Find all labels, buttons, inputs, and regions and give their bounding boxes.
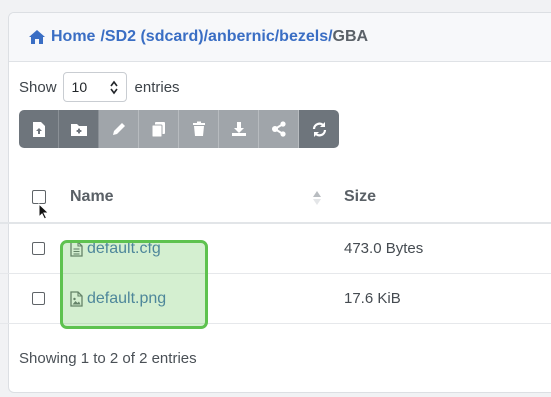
new-folder-button[interactable] — [59, 110, 99, 148]
refresh-button[interactable] — [299, 110, 339, 148]
text-file-icon — [70, 240, 83, 257]
breadcrumb-current: GBA — [332, 28, 369, 45]
breadcrumb: Home /SD2 (sdcard)/anbernic/bezels/ GBA — [9, 13, 551, 62]
file-toolbar — [19, 110, 339, 148]
upload-file-icon — [32, 121, 46, 138]
name-cell: default.cfg — [70, 224, 161, 273]
mouse-cursor-icon — [38, 202, 50, 225]
file-table: Name Size default.cfg 473.0 Bytes defaul… — [0, 172, 551, 324]
row-checkbox[interactable] — [32, 242, 45, 255]
download-button[interactable] — [219, 110, 259, 148]
size-cell: 17.6 KiB — [344, 290, 401, 307]
share-button[interactable] — [259, 110, 299, 148]
share-icon — [271, 121, 287, 137]
image-file-icon — [70, 290, 83, 307]
file-link[interactable]: default.cfg — [70, 240, 161, 258]
row-checkbox[interactable] — [32, 292, 45, 305]
copy-icon — [151, 121, 166, 138]
home-icon[interactable] — [28, 29, 46, 45]
refresh-icon — [311, 121, 328, 138]
entries-select[interactable]: 10 — [62, 72, 127, 102]
select-arrows-icon — [109, 80, 118, 95]
download-icon — [231, 121, 247, 137]
select-all-checkbox[interactable] — [32, 190, 46, 204]
new-folder-icon — [70, 122, 88, 137]
column-header-size[interactable]: Size — [344, 172, 376, 222]
row-select-cell — [32, 224, 45, 273]
copy-button[interactable] — [139, 110, 179, 148]
size-cell: 473.0 Bytes — [344, 240, 424, 257]
file-name: default.cfg — [87, 239, 161, 257]
column-header-name[interactable]: Name — [70, 172, 114, 222]
trash-icon — [192, 121, 206, 137]
name-cell: default.png — [70, 274, 166, 323]
table-row[interactable]: default.png 17.6 KiB — [0, 274, 551, 324]
length-control: Show 10 entries — [19, 72, 180, 102]
table-header-row: Name Size — [0, 172, 551, 224]
entries-select-value: 10 — [71, 79, 88, 95]
breadcrumb-home[interactable]: Home — [51, 28, 95, 46]
breadcrumb-path[interactable]: /SD2 (sdcard)/anbernic/bezels/ — [100, 28, 332, 46]
table-info: Showing 1 to 2 of 2 entries — [19, 350, 197, 367]
sort-icon[interactable] — [312, 190, 322, 206]
file-link[interactable]: default.png — [70, 290, 166, 308]
upload-file-button[interactable] — [19, 110, 59, 148]
entries-label: entries — [134, 78, 180, 96]
table-row[interactable]: default.cfg 473.0 Bytes — [0, 224, 551, 274]
edit-icon — [111, 121, 127, 137]
delete-button[interactable] — [179, 110, 219, 148]
file-name: default.png — [87, 289, 167, 307]
show-label: Show — [19, 78, 57, 96]
edit-button[interactable] — [99, 110, 139, 148]
row-select-cell — [32, 274, 45, 323]
